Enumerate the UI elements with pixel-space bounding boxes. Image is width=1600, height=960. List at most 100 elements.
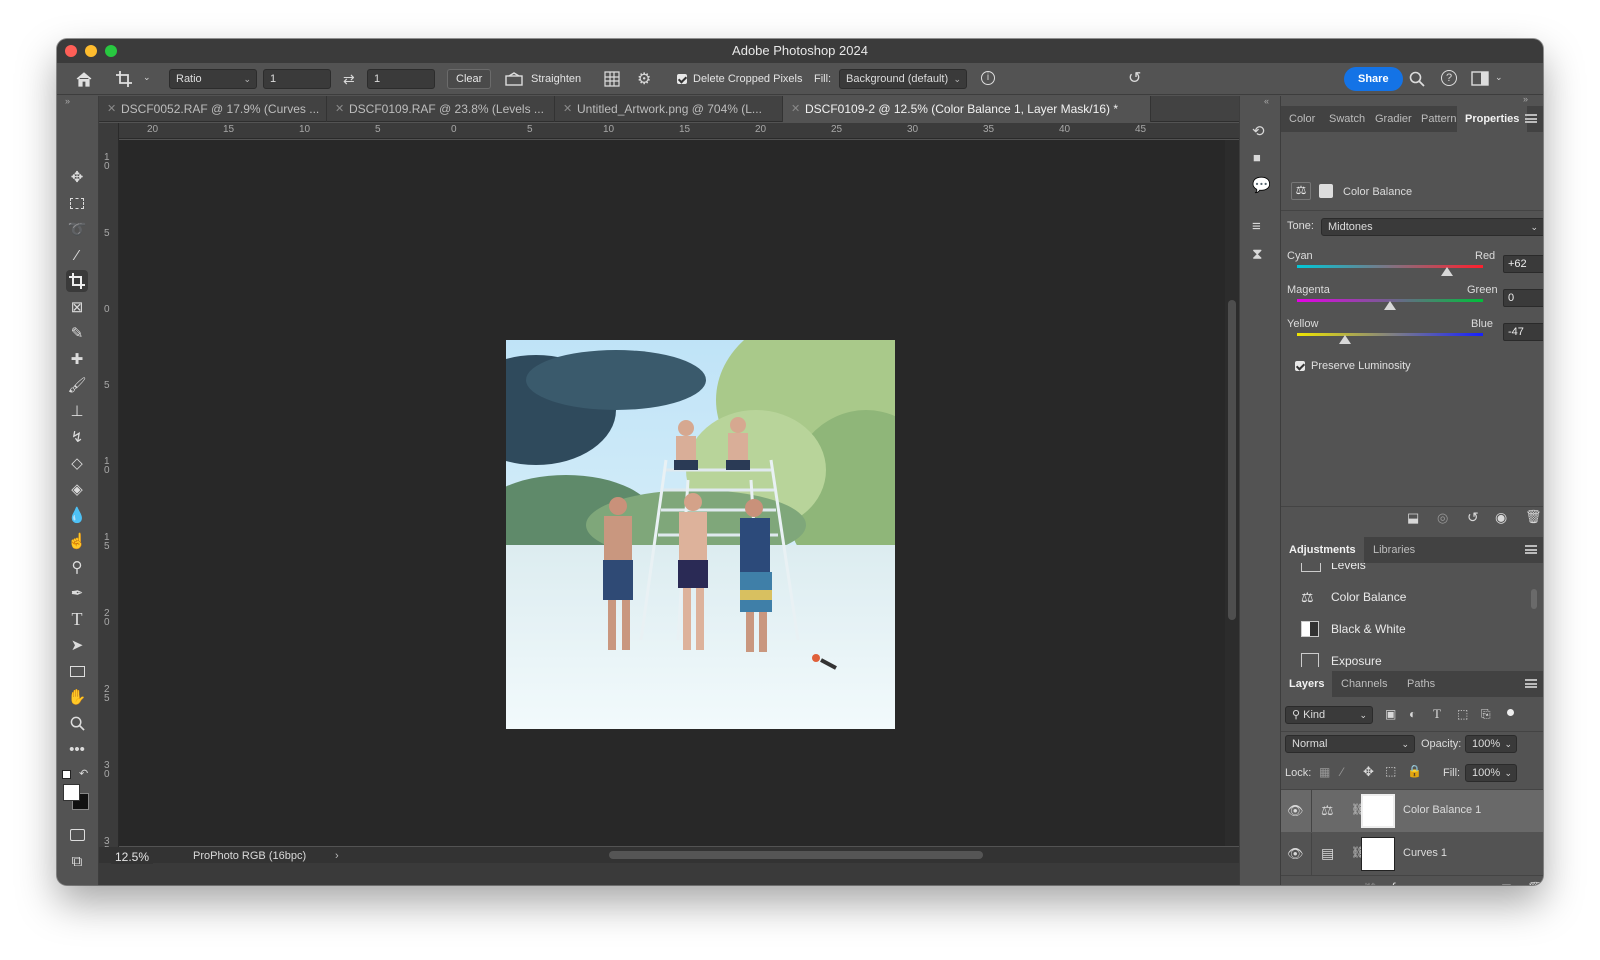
adjustment-item-exposure[interactable]: Exposure [1301, 649, 1382, 667]
close-tab-icon[interactable]: ✕ [107, 96, 116, 122]
brush-tool-icon[interactable]: 🖌 [66, 374, 88, 396]
panel-menu-icon[interactable] [1525, 679, 1537, 688]
yellow-blue-slider[interactable] [1297, 333, 1483, 336]
chevron-right-icon[interactable]: › [335, 850, 339, 862]
clone-stamp-tool-icon[interactable]: ⊥ [66, 400, 88, 422]
lock-transparent-icon[interactable]: ▦ [1319, 765, 1330, 779]
zoom-level[interactable]: 12.5% [111, 850, 154, 864]
swap-dimensions-icon[interactable]: ⇄ [343, 71, 355, 88]
crop-width-input[interactable]: 1 [263, 69, 331, 89]
canvas-area[interactable] [119, 140, 1225, 846]
dodge-tool-icon[interactable]: ⚲ [66, 556, 88, 578]
clear-button[interactable]: Clear [447, 69, 492, 89]
zoom-tool-icon[interactable] [66, 712, 88, 734]
frame-tool-icon[interactable]: ⊠ [66, 296, 88, 318]
adjustment-item-black-white[interactable]: Black & White [1301, 617, 1406, 641]
eye-icon[interactable]: 👁 [1287, 803, 1304, 819]
crop-tool-preset-icon[interactable] [115, 70, 137, 88]
filter-smart-object-icon[interactable]: ⎘ [1481, 707, 1491, 722]
move-tool-icon[interactable]: ✥ [66, 166, 88, 188]
default-colors-icon[interactable] [62, 770, 71, 779]
fill-input[interactable]: 100% ⌄ [1465, 764, 1517, 782]
marquee-tool-icon[interactable] [66, 192, 88, 214]
visibility-icon[interactable]: ◉ [1495, 509, 1507, 526]
tab-color[interactable]: Color [1289, 106, 1315, 132]
more-tools-icon[interactable]: ••• [66, 738, 88, 760]
vertical-scrollbar[interactable] [1225, 140, 1239, 846]
layer-mask-thumbnail[interactable] [1361, 794, 1395, 828]
ratio-dropdown[interactable]: Ratio ⌄ [169, 69, 257, 89]
new-adjustment-layer-icon[interactable]: ◐ [1447, 881, 1455, 885]
panel-menu-icon[interactable] [1525, 545, 1537, 554]
share-button[interactable]: Share [1344, 67, 1403, 91]
tab-libraries[interactable]: Libraries [1373, 537, 1415, 563]
tab-gradients[interactable]: Gradier [1375, 106, 1412, 132]
filter-shape-icon[interactable]: ⬚ [1457, 707, 1468, 721]
actions-icon[interactable]: ■ [1253, 150, 1261, 165]
clip-to-layer-icon[interactable]: ⬓ [1407, 510, 1419, 526]
link-layers-icon[interactable]: ⛓ [1363, 882, 1378, 885]
crop-height-input[interactable]: 1 [367, 69, 435, 89]
layer-name[interactable]: Color Balance 1 [1403, 804, 1481, 816]
lock-all-icon[interactable]: 🔒 [1407, 764, 1422, 778]
slider-thumb[interactable] [1339, 335, 1351, 344]
grid-overlay-icon[interactable] [604, 71, 620, 87]
doc-tab[interactable]: ✕ DSCF0109.RAF @ 23.8% (Levels ... [327, 96, 555, 122]
close-tab-icon[interactable]: ✕ [563, 96, 572, 122]
quick-mask-icon[interactable] [66, 824, 88, 846]
trash-icon[interactable]: 🗑 [1525, 509, 1542, 525]
scroll-thumb[interactable] [1228, 300, 1236, 620]
close-tab-icon[interactable]: ✕ [335, 96, 344, 122]
tab-paths[interactable]: Paths [1407, 671, 1435, 697]
tab-properties[interactable]: Properties [1457, 106, 1528, 132]
path-selection-tool-icon[interactable]: ➤ [66, 634, 88, 656]
layer-name[interactable]: Curves 1 [1403, 847, 1447, 859]
tab-swatches[interactable]: Swatch [1329, 106, 1365, 132]
rectangle-tool-icon[interactable] [66, 660, 88, 682]
fill-dropdown[interactable]: Background (default) ⌄ [839, 69, 967, 89]
scroll-thumb[interactable] [609, 851, 983, 859]
new-layer-icon[interactable]: ⊞ [1501, 881, 1512, 885]
tab-layers[interactable]: Layers [1281, 671, 1333, 697]
slider-thumb[interactable] [1441, 267, 1453, 276]
eye-icon[interactable]: 👁 [1287, 846, 1304, 862]
reset-crop-icon[interactable]: ↺ [1128, 68, 1141, 88]
maximize-window-button[interactable] [105, 45, 117, 57]
gear-icon[interactable]: ⚙ [637, 69, 651, 89]
crop-tool-icon[interactable] [66, 270, 88, 292]
filter-pixel-icon[interactable]: ▣ [1385, 707, 1396, 721]
tab-channels[interactable]: Channels [1341, 671, 1387, 697]
paint-bucket-tool-icon[interactable]: ◈ [66, 478, 88, 500]
swap-colors-icon[interactable]: ↶ [79, 767, 88, 780]
layer-mask-thumbnail[interactable] [1361, 837, 1395, 871]
chevron-down-icon[interactable]: ⌄ [1495, 72, 1503, 83]
info-icon[interactable]: i [981, 71, 995, 85]
tab-adjustments[interactable]: Adjustments [1281, 537, 1364, 563]
color-profile[interactable]: ProPhoto RGB (16bpc) [189, 850, 311, 862]
help-icon[interactable]: ? [1441, 70, 1457, 86]
tone-dropdown[interactable]: Midtones ⌄ [1321, 218, 1543, 236]
yellow-blue-value[interactable]: -47 [1503, 323, 1543, 341]
doc-tab-active[interactable]: ✕ DSCF0109-2 @ 12.5% (Color Balance 1, La… [783, 96, 1151, 122]
workspace-icon[interactable] [1471, 71, 1489, 86]
foreground-color-swatch[interactable] [63, 784, 80, 801]
layer-filter-kind-dropdown[interactable]: ⚲ Kind ⌄ [1285, 706, 1373, 724]
hand-tool-icon[interactable]: ✋ [66, 686, 88, 708]
delete-cropped-pixels-checkbox[interactable]: Delete Cropped Pixels [677, 63, 802, 95]
brush-settings-icon[interactable]: ≡ [1252, 218, 1261, 235]
adjustments-scroll-thumb[interactable] [1531, 589, 1537, 609]
pen-tool-icon[interactable]: ✒ [66, 582, 88, 604]
home-icon[interactable] [75, 71, 93, 87]
filter-adjustment-icon[interactable]: ◐ [1409, 707, 1416, 721]
slider-thumb[interactable] [1384, 301, 1396, 310]
new-group-icon[interactable]: ▰ [1473, 881, 1483, 885]
doc-tab[interactable]: ✕ DSCF0052.RAF @ 17.9% (Curves ... [99, 96, 327, 122]
opacity-input[interactable]: 100% ⌄ [1465, 735, 1517, 753]
adjustment-item-levels[interactable]: Levels [1301, 563, 1366, 577]
magic-wand-tool-icon[interactable]: ⁄ [66, 244, 88, 266]
layer-row[interactable]: 👁 ⚖ ⛓ Color Balance 1 [1281, 790, 1543, 832]
expand-arrows-icon[interactable]: « [1264, 96, 1269, 106]
collapse-arrows-icon[interactable]: » [65, 96, 70, 106]
lock-pixels-icon[interactable]: ⁄ [1341, 765, 1343, 779]
adjustments-sliders-icon[interactable]: ⧗ [1252, 246, 1263, 263]
